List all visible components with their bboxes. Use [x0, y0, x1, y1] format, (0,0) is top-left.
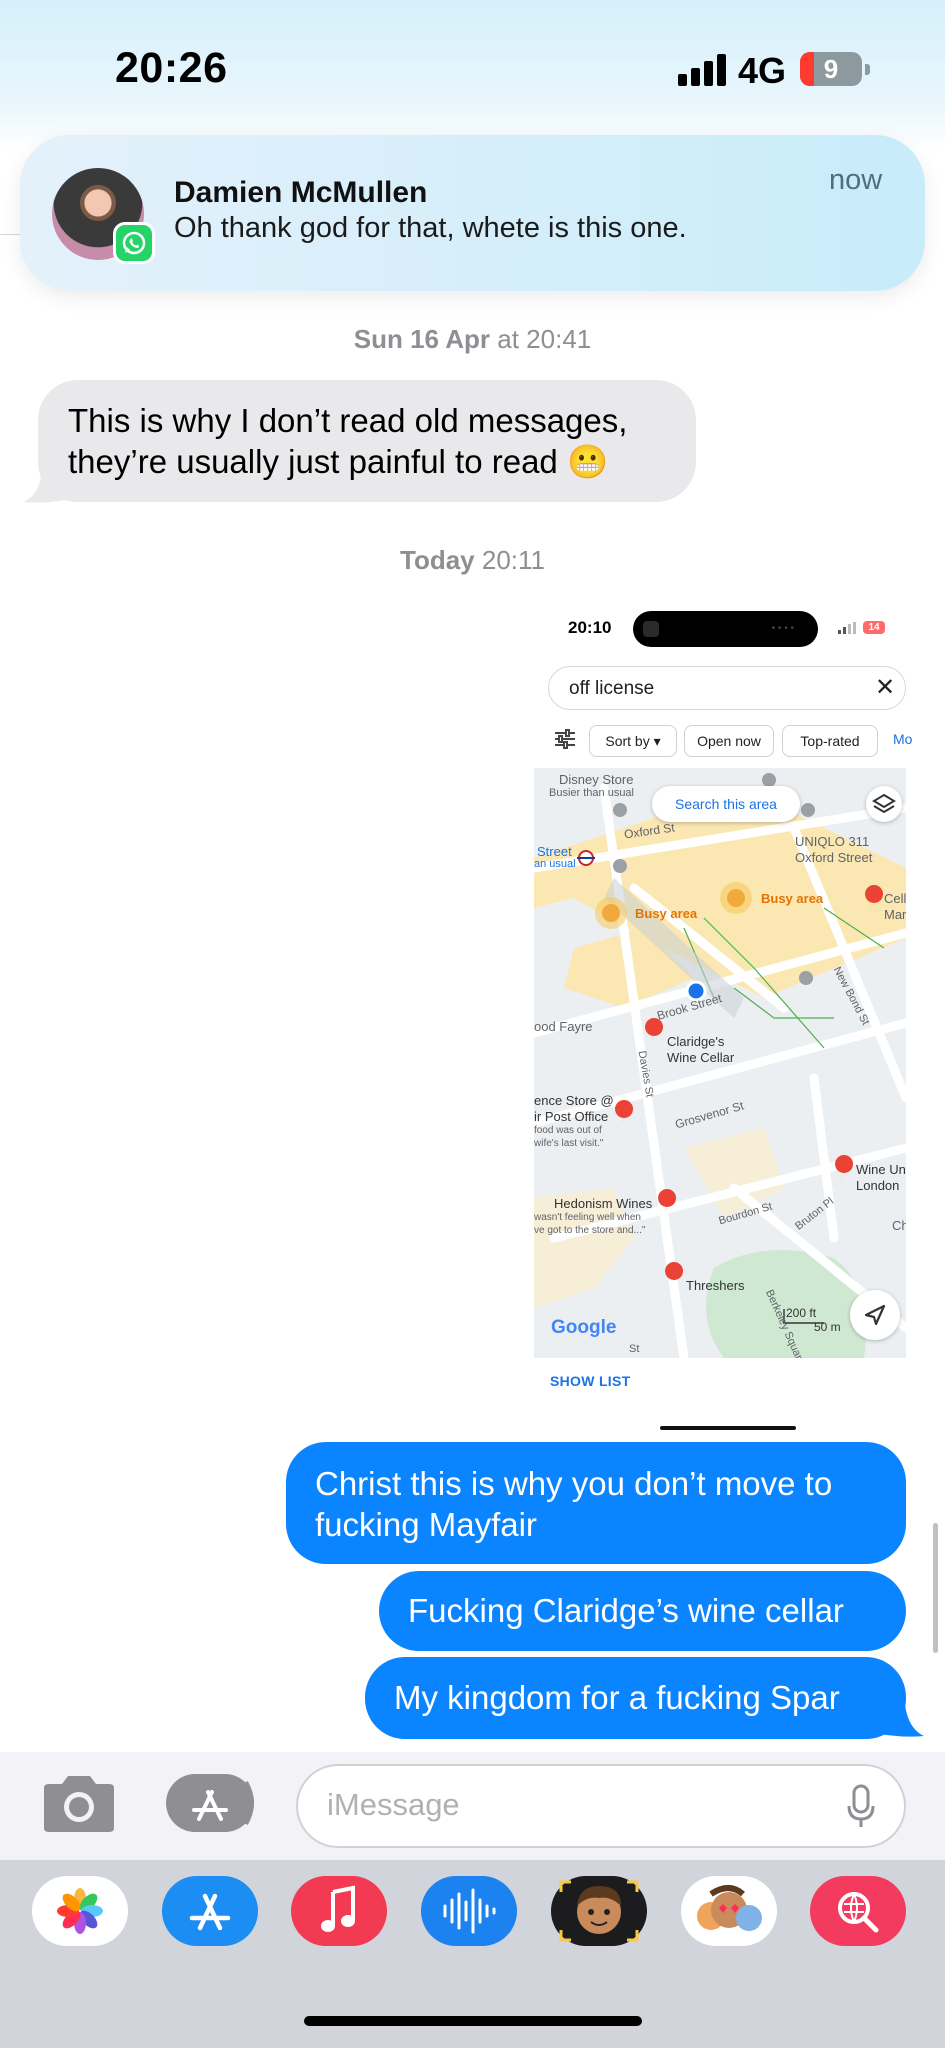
home-indicator[interactable] — [304, 2016, 642, 2026]
outgoing-message-text: Christ this is why you don’t move to fuc… — [315, 1465, 833, 1543]
timestamp-time: at 20:41 — [490, 324, 592, 354]
timestamp-day: Today — [400, 545, 475, 575]
map-label: Busy area — [761, 891, 824, 906]
map-label: Ch — [892, 1218, 906, 1233]
map-label: wife's last visit." — [534, 1138, 604, 1149]
filters-icon — [555, 729, 575, 749]
scrollbar[interactable] — [933, 1523, 938, 1653]
maps-search-query: off license — [569, 678, 655, 699]
notification-sender: Damien McMullen — [174, 176, 428, 209]
web-search-icon[interactable] — [810, 1876, 906, 1946]
network-type: 4G — [738, 50, 787, 91]
memoji-icon[interactable] — [551, 1876, 647, 1946]
map-label: ood Fayre — [534, 1019, 593, 1034]
audio-messages-icon[interactable] — [421, 1876, 517, 1946]
map-label: Wine Cellar — [667, 1050, 735, 1065]
map-view: Disney Store Busier than usual Oxford St… — [534, 768, 906, 1358]
map-label: Cell — [884, 891, 906, 906]
timestamp-day: Sun 16 Apr — [353, 324, 491, 354]
whatsapp-icon — [113, 222, 155, 264]
map-label: Wine Un — [856, 1162, 906, 1177]
incoming-message-text: This is why I don’t read old messages, t… — [68, 402, 628, 480]
notification-time: now — [829, 164, 883, 196]
status-time: 20:26 — [115, 44, 228, 92]
map-label: Hedonism Wines — [554, 1196, 653, 1211]
notification-message: Oh thank god for that, whete is this one… — [174, 212, 687, 244]
memoji-stickers-icon[interactable] — [681, 1876, 777, 1946]
battery-level: 9 — [823, 54, 839, 84]
scale-feet: 200 ft — [786, 1306, 817, 1320]
map-label: UNIQLO 311 — [795, 834, 870, 849]
cellular-signal-icon — [678, 54, 726, 86]
outgoing-message-text: Fucking Claridge’s wine cellar — [408, 1592, 844, 1629]
map-scale: 200 ft 50 m — [786, 1306, 841, 1334]
photos-app-icon[interactable] — [32, 1876, 128, 1946]
map-label: ence Store @ — [534, 1093, 614, 1108]
microphone-icon[interactable] — [846, 1784, 876, 1828]
map-label: Busy area — [635, 906, 698, 921]
map-label: Street — [537, 844, 572, 859]
screenshot-signal-icon — [838, 622, 856, 634]
map-label: London — [856, 1178, 900, 1193]
app-store-apps-button[interactable] — [166, 1774, 254, 1832]
navigation-arrow-icon — [850, 1290, 900, 1340]
map-label: ir Post Office — [534, 1109, 609, 1124]
map-label: Oxford Street — [795, 850, 873, 865]
google-logo-text: Google — [551, 1317, 617, 1338]
map-label: food was out of — [534, 1125, 602, 1136]
screenshot-home-indicator — [660, 1426, 796, 1430]
imessage-placeholder: iMessage — [327, 1787, 460, 1822]
music-app-icon[interactable] — [291, 1876, 387, 1946]
chip-top-rated: Top-rated — [782, 725, 878, 757]
header-divider — [0, 234, 20, 235]
timestamp-header: Today 20:11 — [0, 545, 945, 576]
map-label: Threshers — [686, 1278, 745, 1293]
search-this-area-button: Search this area — [652, 786, 800, 822]
map-label: Disney Store — [559, 772, 634, 787]
map-label: Mar — [884, 907, 906, 922]
battery-icon: 9 — [800, 52, 870, 86]
map-label: an usual — [534, 858, 576, 870]
timestamp-time: 20:11 — [474, 545, 545, 575]
map-label: Claridge's — [667, 1034, 725, 1049]
screenshot-battery: 14 — [863, 621, 885, 634]
screenshot-status-time: 20:10 — [568, 618, 612, 637]
map-label: Busier than usual — [549, 787, 634, 799]
map-label: wasn't feeling well when — [534, 1212, 641, 1223]
layers-icon — [866, 786, 902, 822]
google-logo: Google — [551, 1317, 616, 1339]
scale-meters: 50 m — [814, 1320, 841, 1334]
close-icon: ✕ — [875, 674, 896, 701]
show-list-link: SHOW LIST — [550, 1373, 631, 1389]
app-store-icon[interactable] — [162, 1876, 258, 1946]
timestamp-header: Sun 16 Apr at 20:41 — [0, 324, 945, 355]
map-label: St — [629, 1343, 640, 1355]
dynamic-island: • • • • — [633, 611, 818, 647]
camera-icon[interactable] — [40, 1772, 118, 1836]
outgoing-message-text: My kingdom for a fucking Spar — [394, 1679, 840, 1716]
map-label: ve got to the store and..." — [534, 1225, 646, 1236]
chip-more: Mo — [893, 731, 913, 747]
chip-sort-by: Sort by ▾ — [589, 725, 677, 757]
chip-open-now: Open now — [684, 725, 774, 757]
